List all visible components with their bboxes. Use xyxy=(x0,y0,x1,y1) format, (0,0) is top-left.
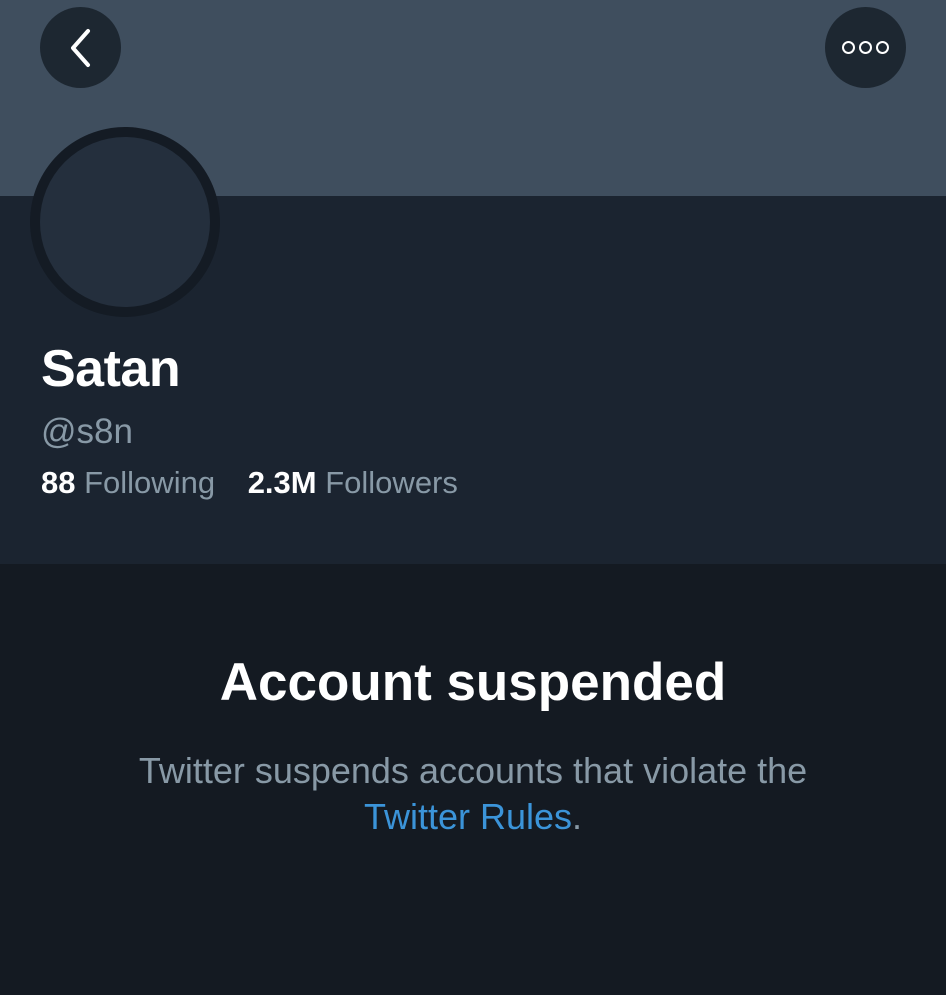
suspended-body-text: Twitter suspends accounts that violate t… xyxy=(138,750,808,791)
trailing-period: . xyxy=(572,796,583,837)
avatar-placeholder xyxy=(40,137,210,307)
twitter-rules-link[interactable]: Twitter Rules xyxy=(364,796,572,837)
followers-label: Followers xyxy=(325,465,458,500)
avatar[interactable] xyxy=(30,127,220,317)
display-name: Satan xyxy=(41,340,181,398)
suspended-description: Twitter suspends accounts that violate t… xyxy=(0,748,946,840)
followers-count: 2.3M xyxy=(247,465,317,500)
following-count: 88 xyxy=(41,465,76,500)
following-link[interactable]: 88 Following xyxy=(41,461,215,505)
profile-stats: 88 Following 2.3M Followers xyxy=(41,461,458,505)
suspended-title: Account suspended xyxy=(219,653,727,712)
following-label: Following xyxy=(84,465,216,500)
chevron-left-icon xyxy=(70,28,90,67)
username-handle: @s8n xyxy=(41,412,133,451)
back-button[interactable] xyxy=(40,7,121,88)
more-options-icon xyxy=(842,41,889,54)
followers-link[interactable]: 2.3M Followers xyxy=(248,461,458,505)
more-options-button[interactable] xyxy=(825,7,906,88)
